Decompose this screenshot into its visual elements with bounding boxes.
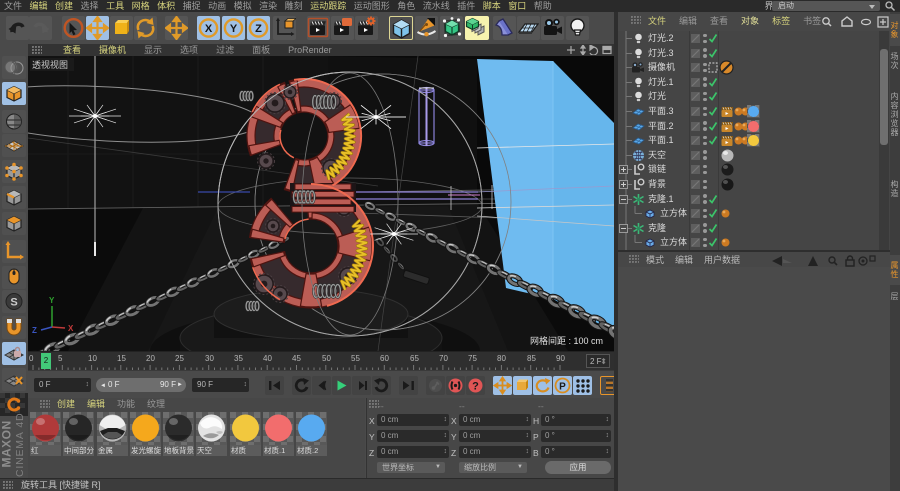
svg-text:Y: Y [230,23,238,35]
svg-text:Y: Y [49,296,55,305]
svg-text:?: ? [472,381,479,393]
svg-text:网格间距 : 100 cm: 网格间距 : 100 cm [530,335,603,346]
svg-text:S: S [10,297,17,309]
svg-text:Z: Z [32,326,37,335]
svg-text:透视视图: 透视视图 [32,59,68,70]
svg-text:X: X [68,324,74,333]
svg-text:X: X [205,23,213,35]
svg-text:Z: Z [255,23,262,35]
svg-text:P: P [559,382,566,393]
